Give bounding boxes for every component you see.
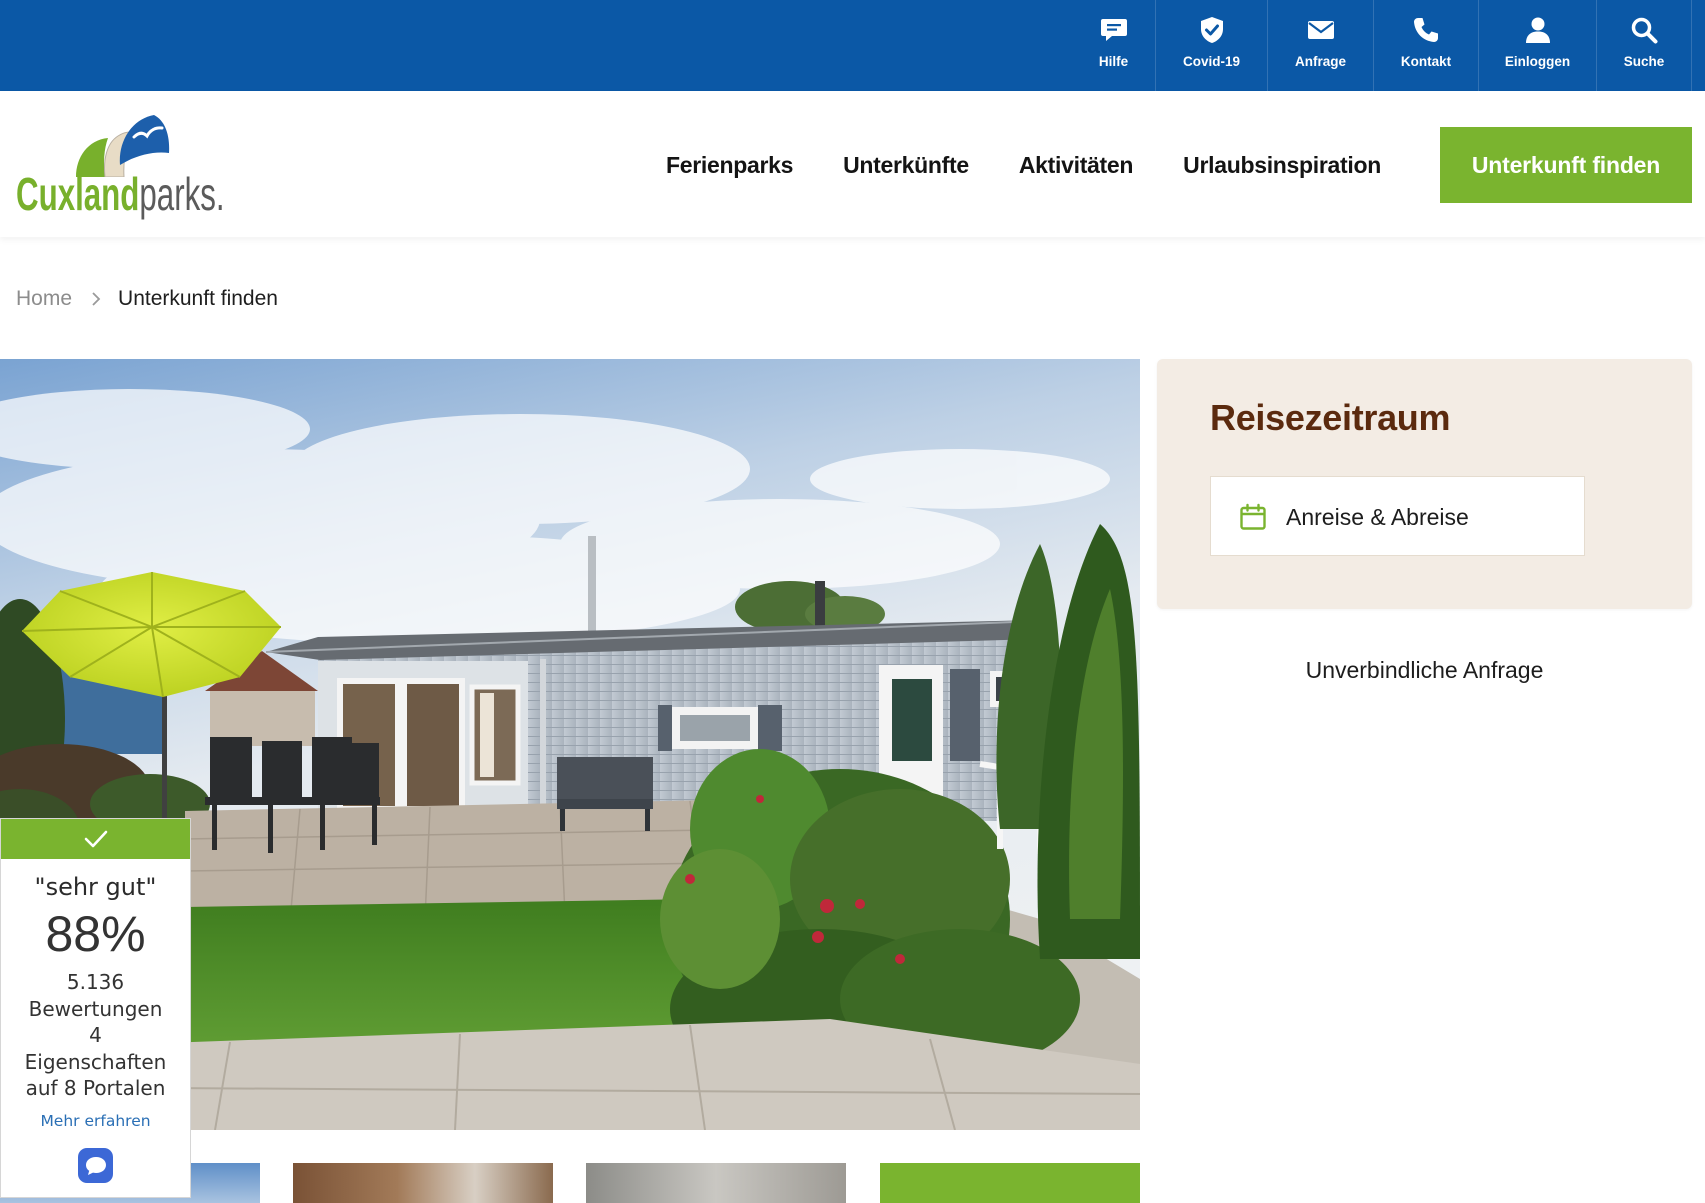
contact-label: Kontakt <box>1400 54 1452 69</box>
portals-text: auf 8 Portalen <box>25 1076 166 1100</box>
login-link[interactable]: Einloggen <box>1479 0 1597 91</box>
chevron-right-icon <box>92 292 101 306</box>
rating-more-link[interactable]: Mehr erfahren <box>1 1111 190 1131</box>
nav-item-aktivitaeten[interactable]: Aktivitäten <box>1019 150 1134 180</box>
chat-button[interactable] <box>78 1148 113 1183</box>
search-link[interactable]: Suche <box>1597 0 1692 91</box>
gallery-thumbnail-2[interactable] <box>293 1163 553 1203</box>
user-icon <box>1525 17 1550 43</box>
rating-widget-header <box>1 819 190 859</box>
reviews-count: 5.136 <box>66 970 125 994</box>
rating-widget[interactable]: "sehr gut" 88% 5.136 Bewertungen 4 Eigen… <box>0 818 191 1198</box>
envelope-icon <box>1307 21 1334 39</box>
breadcrumb-current: Unterkunft finden <box>118 287 278 310</box>
rating-details: 5.136 Bewertungen 4 Eigenschaften auf 8 … <box>1 969 190 1102</box>
help-label: Hilfe <box>1098 54 1129 69</box>
reviews-label: Bewertungen <box>28 996 163 1021</box>
gallery-more-tile[interactable] <box>880 1163 1140 1203</box>
date-range-field[interactable]: Anreise & Abreise <box>1210 476 1585 556</box>
nav-item-unterkuenfte[interactable]: Unterkünfte <box>843 150 969 180</box>
nav-item-ferienparks[interactable]: Ferienparks <box>666 150 793 180</box>
logo-brand: Cuxland <box>16 168 140 220</box>
gallery-thumbnail-3[interactable] <box>586 1163 846 1203</box>
checkmark-icon <box>84 830 107 848</box>
top-utility-bar: Hilfe Covid-19 Anfrage Kontakt Einloggen… <box>0 0 1705 91</box>
main-nav: Ferienparks Unterkünfte Aktivitäten Urla… <box>666 150 1381 180</box>
calendar-icon <box>1240 503 1266 530</box>
covid-link[interactable]: Covid-19 <box>1156 0 1268 91</box>
date-range-value: Anreise & Abreise <box>1286 504 1469 530</box>
rating-verdict: "sehr gut" <box>34 873 157 901</box>
search-label: Suche <box>1623 54 1665 69</box>
shield-check-icon <box>1200 17 1223 43</box>
inquiry-link-top[interactable]: Anfrage <box>1268 0 1374 91</box>
inquiry-label: Anfrage <box>1294 54 1346 69</box>
help-link[interactable]: Hilfe <box>1072 0 1156 91</box>
phone-icon <box>1414 18 1438 42</box>
breadcrumb-home[interactable]: Home <box>16 287 72 311</box>
nav-item-urlaubsinspiration[interactable]: Urlaubsinspiration <box>1183 150 1381 180</box>
utility-nav: Hilfe Covid-19 Anfrage Kontakt Einloggen… <box>1072 0 1692 91</box>
travel-period-panel: Reisezeitraum Anreise & Abreise <box>1157 359 1692 609</box>
panel-title: Reisezeitraum <box>1210 397 1451 438</box>
non-binding-inquiry-link[interactable]: Unverbindliche Anfrage <box>1157 656 1692 684</box>
logo-suffix: parks. <box>139 168 225 220</box>
contact-link[interactable]: Kontakt <box>1374 0 1479 91</box>
rating-score: 88% <box>45 906 146 962</box>
search-icon <box>1631 17 1658 44</box>
chat-bubble-icon <box>85 1156 106 1175</box>
chat-bubble-icon <box>1100 19 1127 41</box>
logo-wordmark[interactable]: Cuxlandparks. <box>16 171 225 217</box>
find-accommodation-button[interactable]: Unterkunft finden <box>1440 127 1692 203</box>
covid-label: Covid-19 <box>1182 54 1240 69</box>
login-label: Einloggen <box>1504 54 1571 69</box>
properties-label: Eigenschaften <box>24 1049 167 1074</box>
properties-count: 4 <box>89 1023 102 1047</box>
breadcrumb: Home Unterkunft finden <box>16 287 278 311</box>
